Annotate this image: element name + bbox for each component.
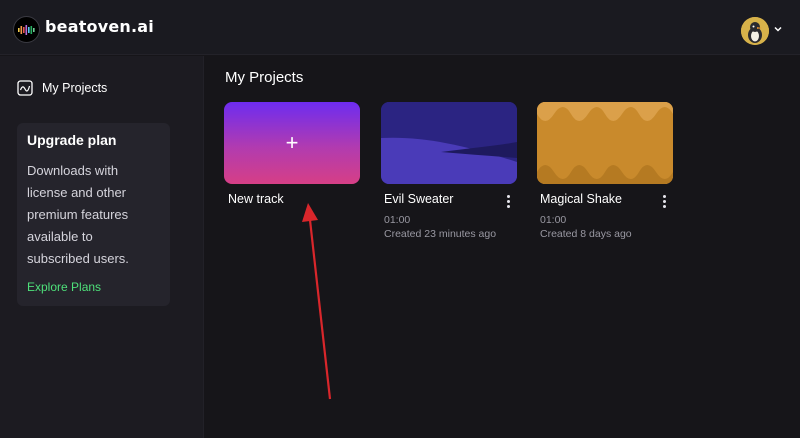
sidebar: My Projects Upgrade plan Downloads with …	[0, 56, 204, 438]
upgrade-plan-card: Upgrade plan Downloads with license and …	[17, 123, 170, 306]
new-track-label[interactable]: New track	[228, 192, 284, 206]
brand-name[interactable]: beatoven.ai	[45, 17, 154, 36]
plus-icon: +	[285, 130, 299, 155]
upgrade-plan-description: Downloads with license and other premium…	[27, 160, 160, 270]
project-thumbnail-evil-sweater[interactable]	[381, 102, 517, 184]
projects-icon	[17, 80, 33, 96]
new-track-card[interactable]: +	[224, 102, 360, 184]
upgrade-desc-line: subscribed users.	[27, 251, 129, 266]
sidebar-item-my-projects[interactable]: My Projects	[17, 80, 107, 96]
more-vertical-icon[interactable]	[505, 195, 511, 211]
upgrade-desc-line: license and other	[27, 185, 127, 200]
upgrade-desc-line: premium features	[27, 207, 129, 222]
chevron-down-icon[interactable]	[773, 25, 783, 33]
project-name[interactable]: Evil Sweater	[384, 192, 453, 206]
project-created: Created 23 minutes ago	[384, 228, 497, 240]
project-name[interactable]: Magical Shake	[540, 192, 622, 206]
upgrade-desc-line: Downloads with	[27, 163, 119, 178]
upgrade-plan-title: Upgrade plan	[27, 132, 117, 148]
project-duration: 01:00	[384, 214, 411, 226]
project-thumbnail-magical-shake[interactable]	[537, 102, 673, 184]
project-created: Created 8 days ago	[540, 228, 632, 240]
project-duration: 01:00	[540, 214, 567, 226]
top-bar: beatoven.ai	[0, 0, 800, 55]
equalizer-logo-icon[interactable]	[13, 16, 40, 43]
page-title: My Projects	[225, 69, 304, 86]
more-vertical-icon[interactable]	[661, 195, 667, 211]
explore-plans-link[interactable]: Explore Plans	[27, 280, 160, 294]
sidebar-item-label: My Projects	[42, 81, 108, 95]
upgrade-desc-line: available to	[27, 229, 93, 244]
user-avatar-icon[interactable]	[741, 17, 769, 45]
